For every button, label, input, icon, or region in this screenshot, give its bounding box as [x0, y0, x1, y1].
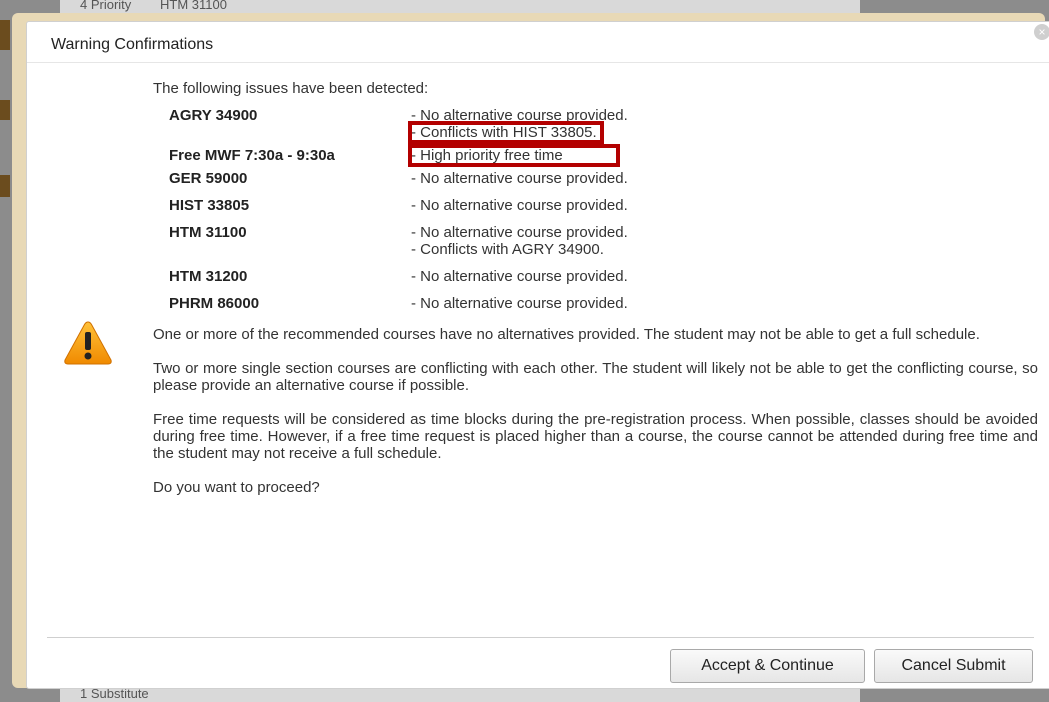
issue-code: HTM 31100 [169, 224, 247, 241]
issue-code: GER 59000 [169, 170, 248, 187]
issue-row: HTM 31100 - No alternative course provid… [169, 224, 1038, 258]
conflict-paragraph: Two or more single section courses are c… [153, 360, 1038, 394]
issue-code: HIST 33805 [169, 197, 250, 214]
no-alternatives-paragraph: One or more of the recommended courses h… [153, 326, 980, 343]
issue-code: HTM 31200 [169, 268, 248, 285]
background-side-bar [0, 175, 10, 197]
highlighted-issue-message: - Conflicts with HIST 33805. [408, 121, 604, 144]
issue-message: - No alternative course provided. [411, 295, 628, 312]
issue-row: HIST 33805 - No alternative course provi… [169, 197, 1038, 214]
issue-row: PHRM 86000 - No alternative course provi… [169, 295, 1038, 312]
issue-code: PHRM 86000 [169, 295, 260, 312]
proceed-question: Do you want to proceed? [153, 479, 320, 496]
issue-row: AGRY 34900 - No alternative course provi… [169, 107, 1038, 144]
cancel-submit-button[interactable]: Cancel Submit [874, 649, 1033, 683]
dialog-title-bar: Warning Confirmations × [27, 22, 1049, 63]
dialog-panel: Warning Confirmations × The following is… [26, 21, 1049, 689]
issues-list: AGRY 34900 - No alternative course provi… [169, 107, 1038, 312]
issues-intro: The following issues have been detected: [153, 80, 429, 97]
issue-row: Free MWF 7:30a - 9:30a - High priority f… [169, 144, 1038, 167]
close-icon[interactable]: × [1034, 24, 1049, 40]
issue-message: - No alternative course provided. [411, 268, 628, 285]
background-priority-label: 4 Priority [80, 0, 132, 12]
warning-dialog: Warning Confirmations × The following is… [12, 13, 1049, 689]
background-row-bottom: 1 Substitute [60, 688, 860, 702]
background-course-label: HTM 31100 [160, 0, 227, 12]
issue-message: - No alternative course provided. [411, 107, 628, 124]
background-side-bar [0, 20, 10, 50]
background-side-bar [0, 100, 10, 120]
dialog-content: The following issues have been detected:… [153, 80, 1038, 496]
issue-message: - No alternative course provided. [411, 224, 628, 241]
issue-code: Free MWF 7:30a - 9:30a [169, 147, 335, 164]
warning-triangle-icon [64, 321, 112, 365]
footer-divider [47, 637, 1034, 638]
accept-continue-button[interactable]: Accept & Continue [670, 649, 865, 683]
dialog-title: Warning Confirmations [51, 36, 214, 53]
issue-row: GER 59000 - No alternative course provid… [169, 170, 1038, 187]
issue-message: - Conflicts with AGRY 34900. [411, 241, 604, 258]
issue-code: AGRY 34900 [169, 107, 258, 124]
background-substitute-label: 1 Substitute [80, 688, 149, 701]
issue-row: HTM 31200 - No alternative course provid… [169, 268, 1038, 285]
free-time-paragraph: Free time requests will be considered as… [153, 411, 1038, 462]
issue-message: - No alternative course provided. [411, 170, 628, 187]
issue-message: - No alternative course provided. [411, 197, 628, 214]
highlighted-issue-message: - High priority free time [408, 144, 620, 167]
